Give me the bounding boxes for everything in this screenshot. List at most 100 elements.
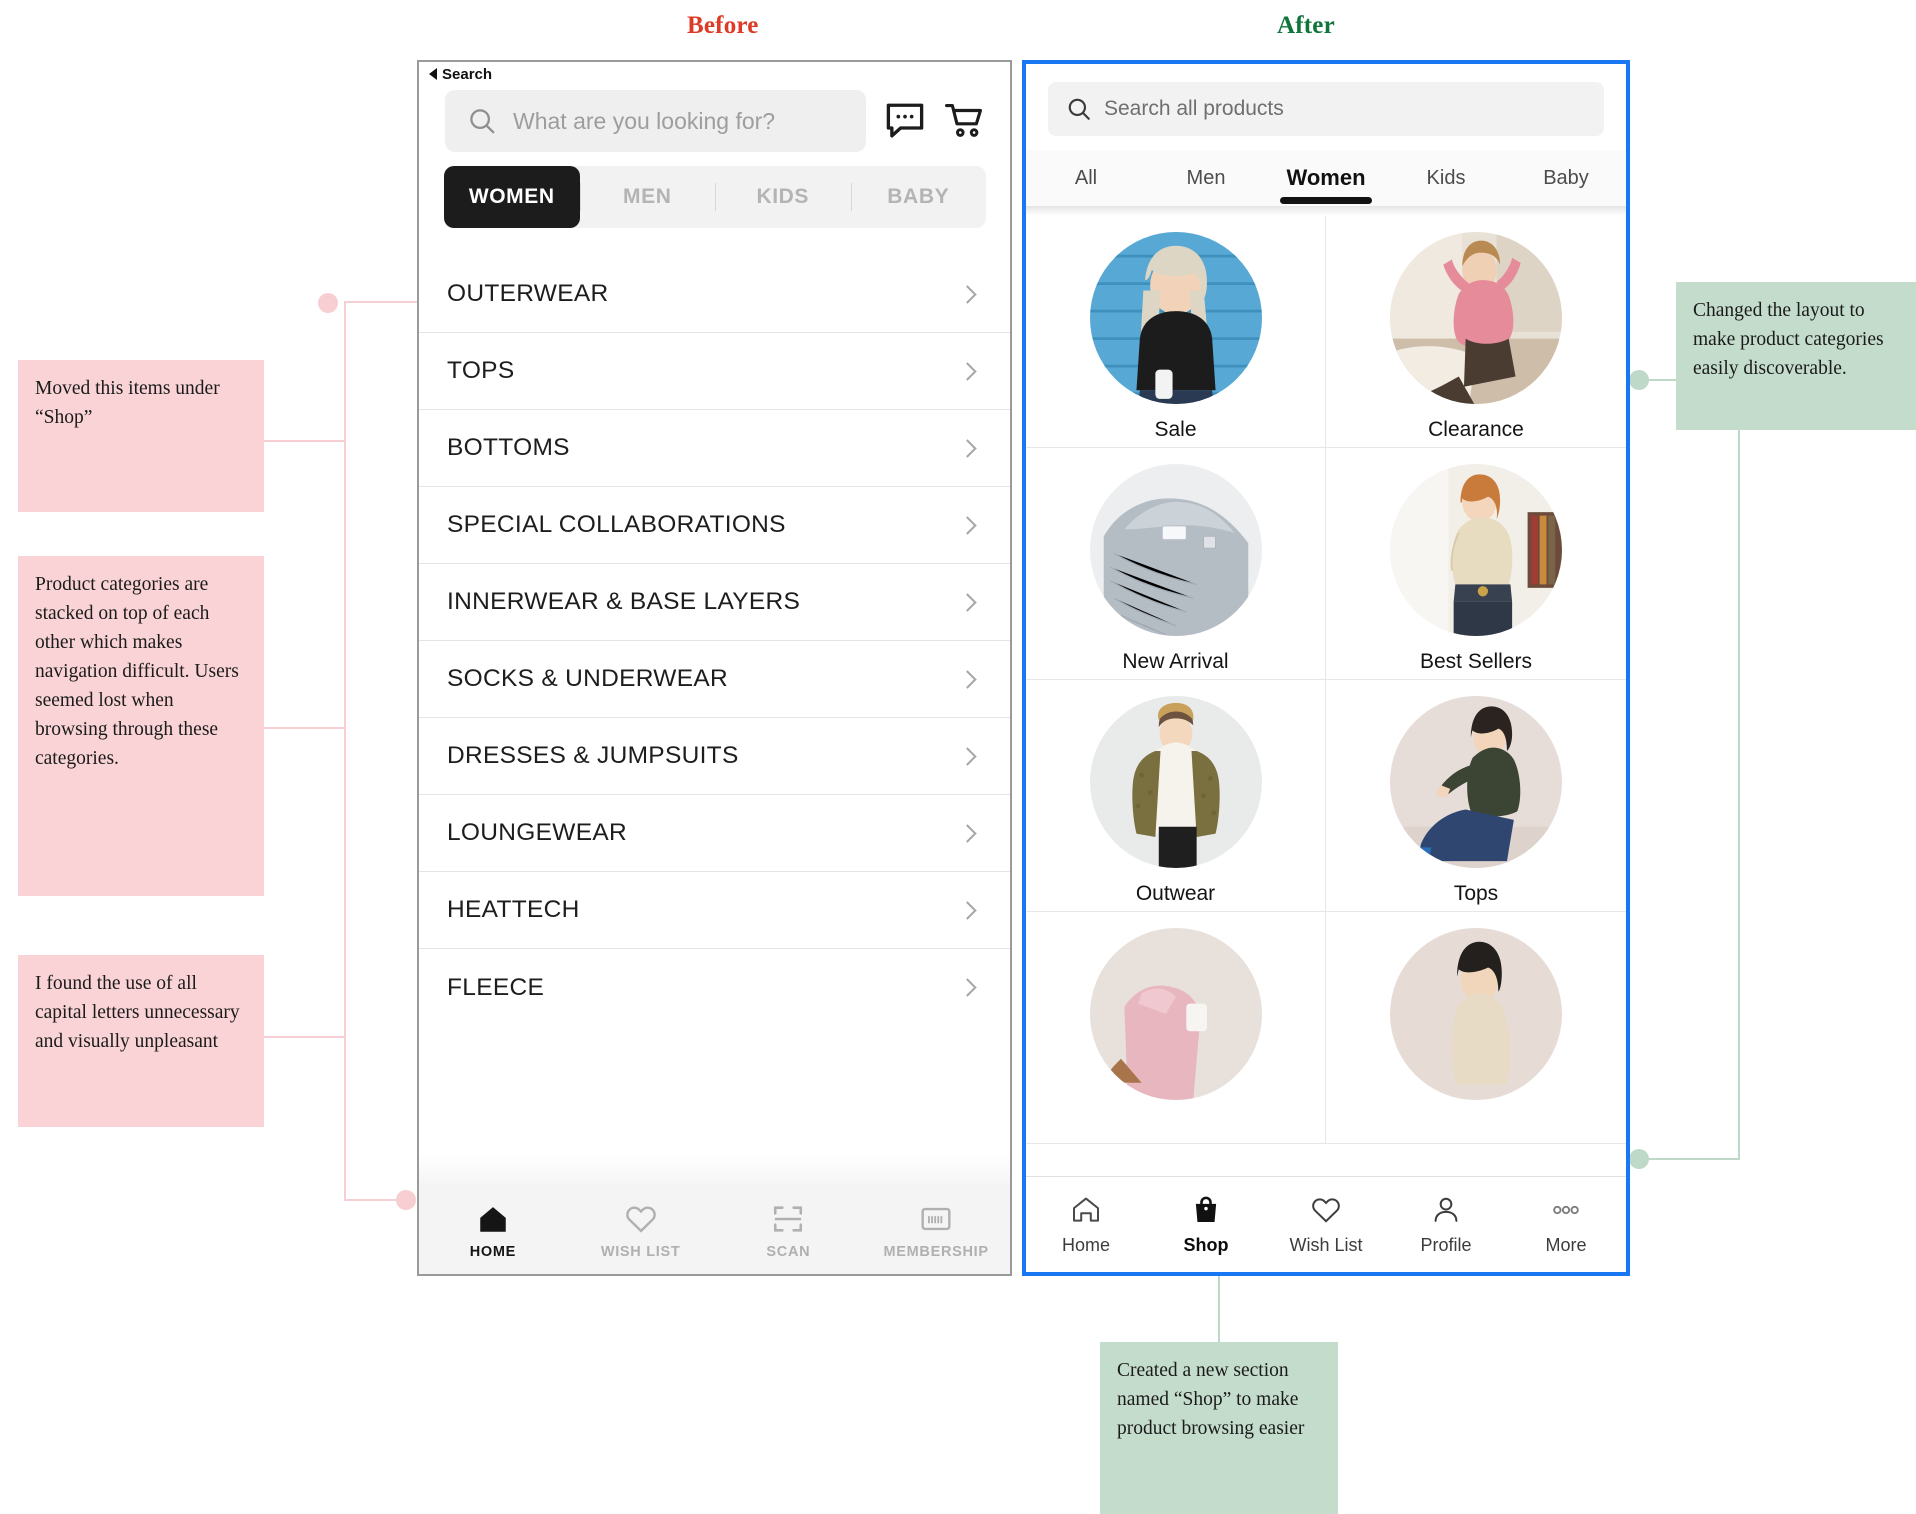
before-tab-men[interactable]: MEN xyxy=(580,185,716,209)
connector-dot-green-bottom xyxy=(1629,1149,1649,1169)
after-tab-kids[interactable]: Kids xyxy=(1386,150,1506,206)
annotation-text: Moved this items under “Shop” xyxy=(35,378,220,428)
category-row[interactable]: OUTERWEAR xyxy=(419,256,1010,333)
before-tab-women[interactable]: WOMEN xyxy=(444,166,580,228)
tile-image-clearance xyxy=(1390,232,1562,404)
ellipsis-icon xyxy=(1553,1205,1579,1214)
chevron-right-icon xyxy=(958,823,977,843)
category-tile[interactable]: Best Sellers xyxy=(1326,448,1626,680)
tile-image-sale xyxy=(1089,232,1262,404)
category-tile[interactable]: New Arrival xyxy=(1026,448,1326,680)
before-tab-scan[interactable]: SCAN xyxy=(715,1202,863,1260)
annotation-text: Product categories are stacked on top of… xyxy=(35,574,239,769)
before-tab-kids[interactable]: KIDS xyxy=(715,185,851,209)
before-search-placeholder: What are you looking for? xyxy=(513,107,776,134)
page-title-after: After xyxy=(1277,12,1335,39)
category-label: LOUNGEWEAR xyxy=(447,819,627,846)
tile-image-outwear xyxy=(1089,696,1262,868)
chevron-right-icon xyxy=(958,361,977,381)
after-bottom-tab-bar: Home Shop Wish List Profile More xyxy=(1026,1176,1626,1272)
annotation-text: Created a new section named “Shop” to ma… xyxy=(1117,1360,1305,1439)
category-row[interactable]: SOCKS & UNDERWEAR xyxy=(419,641,1010,718)
tab-label: MEMBERSHIP xyxy=(883,1244,989,1260)
cart-icon[interactable] xyxy=(944,100,986,142)
category-label: SOCKS & UNDERWEAR xyxy=(447,665,728,692)
category-tile[interactable]: Tops xyxy=(1326,680,1626,912)
connector-trunk-pink xyxy=(344,301,346,1200)
category-row[interactable]: LOUNGEWEAR xyxy=(419,795,1010,872)
tile-image-partial-2 xyxy=(1390,928,1562,1100)
connector-branch-pink-1 xyxy=(262,440,346,442)
category-tile[interactable]: Sale xyxy=(1026,216,1326,448)
category-tile[interactable] xyxy=(1326,912,1626,1144)
after-tab-more[interactable]: More xyxy=(1506,1194,1626,1256)
search-icon xyxy=(470,109,495,134)
tile-label: Sale xyxy=(1154,418,1197,441)
chevron-right-icon xyxy=(958,978,977,997)
tile-image-partial-1 xyxy=(1089,928,1262,1100)
tab-label: WISH LIST xyxy=(600,1244,681,1260)
category-label: INNERWEAR & BASE LAYERS xyxy=(447,588,801,615)
annotation-text: Changed the layout to make product categ… xyxy=(1693,300,1884,379)
before-list-fade xyxy=(419,1154,1010,1188)
chevron-right-icon xyxy=(958,284,977,304)
before-category-list: OUTERWEAR TOPS BOTTOMS SPECIAL COLLABORA… xyxy=(419,256,1010,1026)
category-label: FLEECE xyxy=(447,973,545,1001)
chevron-right-icon xyxy=(958,592,977,612)
category-label: OUTERWEAR xyxy=(447,280,609,307)
tab-label: Home xyxy=(1061,1234,1110,1255)
before-gender-tabs: WOMEN MEN KIDS BABY xyxy=(444,166,987,228)
page-title-before: Before xyxy=(687,12,759,39)
annotation-moved-items: Moved this items under “Shop” xyxy=(18,360,264,512)
back-label[interactable]: Search xyxy=(442,66,492,83)
after-tab-women[interactable]: Women xyxy=(1266,150,1386,206)
before-tab-wishlist[interactable]: WISH LIST xyxy=(567,1202,715,1260)
connector-trunk-green xyxy=(1738,379,1740,1159)
category-row[interactable]: INNERWEAR & BASE LAYERS xyxy=(419,564,1010,641)
before-bottom-tab-bar: HOME WISH LIST SCAN MEMBERSHIP xyxy=(419,1188,1010,1274)
person-outline-icon xyxy=(1434,1197,1458,1222)
tile-label: Tops xyxy=(1453,882,1499,905)
connector-dot-pink-bottom xyxy=(396,1190,416,1210)
tab-label: SCAN xyxy=(766,1244,811,1260)
connector-branch-pink-2 xyxy=(262,727,346,729)
phone-mockup-before: Search What are you looking for? WOMEN M… xyxy=(417,60,1012,1276)
after-tab-men[interactable]: Men xyxy=(1146,150,1266,206)
before-search-input[interactable]: What are you looking for? xyxy=(445,90,866,152)
category-tile[interactable]: Outwear xyxy=(1026,680,1326,912)
category-row[interactable]: TOPS xyxy=(419,333,1010,410)
annotation-new-shop-section: Created a new section named “Shop” to ma… xyxy=(1100,1342,1338,1514)
before-tab-home[interactable]: HOME xyxy=(419,1202,567,1260)
tile-image-new-arrival xyxy=(1089,464,1262,636)
category-row[interactable]: BOTTOMS xyxy=(419,410,1010,487)
category-row[interactable]: FLEECE xyxy=(419,949,1010,1026)
category-tile[interactable]: Clearance xyxy=(1326,216,1626,448)
after-tab-home[interactable]: Home xyxy=(1026,1194,1146,1256)
home-icon xyxy=(480,1207,506,1232)
membership-card-icon xyxy=(921,1207,951,1231)
category-row[interactable]: DRESSES & JUMPSUITS xyxy=(419,718,1010,795)
category-row[interactable]: SPECIAL COLLABORATIONS xyxy=(419,487,1010,564)
chevron-right-icon xyxy=(958,746,977,766)
after-tab-wishlist[interactable]: Wish List xyxy=(1266,1194,1386,1256)
after-tab-baby[interactable]: Baby xyxy=(1506,150,1626,206)
after-search-input[interactable]: Search all products xyxy=(1048,82,1604,136)
category-row[interactable]: HEATTECH xyxy=(419,872,1010,949)
category-tile[interactable] xyxy=(1026,912,1326,1144)
chevron-right-icon xyxy=(958,438,977,458)
chat-icon[interactable] xyxy=(884,100,926,142)
back-arrow-icon[interactable] xyxy=(429,68,437,80)
annotation-text: I found the use of all capital letters u… xyxy=(35,973,240,1052)
after-tab-profile[interactable]: Profile xyxy=(1386,1194,1506,1256)
heart-icon xyxy=(625,1206,656,1233)
tile-label: Clearance xyxy=(1428,418,1524,441)
after-gender-tabs: All Men Women Kids Baby xyxy=(1026,150,1626,206)
after-tab-shop[interactable]: Shop xyxy=(1146,1194,1266,1256)
before-tab-membership[interactable]: MEMBERSHIP xyxy=(862,1202,1010,1260)
tab-label: Shop xyxy=(1183,1234,1229,1255)
before-tab-baby[interactable]: BABY xyxy=(851,185,987,209)
shopping-bag-icon xyxy=(1195,1196,1217,1222)
after-tab-all[interactable]: All xyxy=(1026,150,1146,206)
chevron-right-icon xyxy=(958,669,977,689)
annotation-stacked-categories: Product categories are stacked on top of… xyxy=(18,556,264,896)
